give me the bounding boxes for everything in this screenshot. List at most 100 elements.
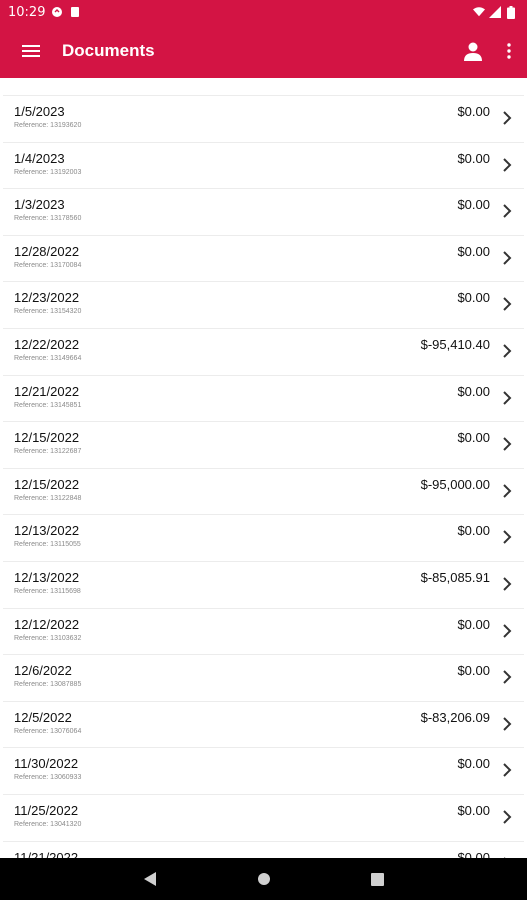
document-reference: Reference: 13122848	[14, 494, 82, 502]
document-amount: $-83,206.09	[420, 709, 490, 725]
document-reference: Reference: 13087885	[14, 681, 82, 689]
document-date: 12/23/2022	[14, 290, 80, 306]
document-amount: $0.00	[457, 243, 490, 259]
nav-recents-icon	[371, 872, 384, 886]
battery-icon	[505, 5, 517, 19]
document-row[interactable]: 12/15/2022 Reference: 13122848 $-95,000.00	[3, 467, 524, 514]
chevron-right-icon	[503, 204, 512, 218]
document-date: 11/21/2022	[14, 849, 79, 858]
chevron-right-icon	[503, 623, 512, 638]
document-date: 12/13/2022	[14, 523, 80, 539]
document-amount: $-95,000.00	[420, 476, 490, 492]
document-row[interactable]: 12/13/2022 Reference: 13115698 $-85,085.91	[3, 561, 524, 607]
documents-list: 1/5/2023 Reference: 13193620 $0.00 1/4/2023…	[0, 95, 527, 858]
document-amount: $-85,085.91	[420, 570, 490, 585]
chevron-right-icon	[503, 717, 512, 731]
document-amount: $0.00	[457, 430, 490, 446]
account-button[interactable]	[455, 24, 491, 78]
document-amount: $0.00	[457, 150, 490, 166]
document-date: 12/15/2022	[14, 430, 80, 446]
document-row[interactable]: 1/4/2023 Reference: 13192003 $0.00	[3, 141, 524, 188]
back-button[interactable]	[140, 869, 160, 889]
document-date: 12/15/2022	[14, 476, 80, 492]
document-date: 1/5/2023	[14, 104, 65, 119]
document-date: 12/22/2022	[14, 337, 80, 352]
sync-icon	[51, 6, 63, 18]
nav-home-icon	[257, 873, 270, 885]
document-row[interactable]: 12/22/2022 Reference: 13149664 $-95,410.40	[3, 328, 524, 374]
chevron-right-icon	[503, 763, 512, 778]
document-row[interactable]: 12/21/2022 Reference: 13145851 $0.00	[3, 374, 524, 421]
document-amount: $-95,410.40	[420, 337, 490, 352]
document-reference: Reference: 13193620	[14, 122, 82, 129]
document-date: 11/30/2022	[14, 756, 79, 772]
document-amount: $0.00	[457, 849, 490, 858]
chevron-right-icon	[503, 577, 512, 591]
app-bar: Documents	[0, 24, 527, 78]
home-button[interactable]	[254, 869, 274, 889]
document-date: 1/4/2023	[14, 150, 65, 166]
system-nav-bar	[0, 858, 527, 900]
document-amount: $0.00	[457, 290, 490, 306]
document-row[interactable]: 1/3/2023 Reference: 13178560 $0.00	[3, 188, 524, 235]
document-amount: $0.00	[457, 197, 490, 213]
status-time: 10:29	[8, 4, 46, 20]
document-row[interactable]: 11/25/2022 Reference: 13041320 $0.00	[3, 794, 524, 840]
document-row[interactable]: 1/5/2023 Reference: 13193620 $0.00	[3, 95, 524, 141]
document-amount: $0.00	[457, 383, 490, 399]
nav-back-icon	[143, 872, 156, 886]
document-reference: Reference: 13178560	[14, 215, 82, 223]
chevron-right-icon	[503, 344, 512, 358]
wifi-icon	[473, 6, 485, 18]
document-row[interactable]: 12/13/2022 Reference: 13115055 $0.00	[3, 514, 524, 561]
document-row[interactable]: 12/12/2022 Reference: 13103632 $0.00	[3, 607, 524, 654]
document-date: 11/25/2022	[14, 803, 79, 818]
more-vert-icon	[507, 43, 511, 59]
document-amount: $0.00	[457, 756, 490, 772]
document-date: 1/3/2023	[14, 197, 65, 213]
clipboard-icon	[69, 6, 81, 18]
document-reference: Reference: 13060933	[14, 774, 82, 782]
menu-icon	[22, 45, 40, 57]
document-reference: Reference: 13076064	[14, 727, 82, 735]
document-reference: Reference: 13170084	[14, 261, 82, 269]
signal-icon	[489, 6, 501, 18]
document-date: 12/28/2022	[14, 243, 80, 259]
document-reference: Reference: 13041320	[14, 821, 82, 828]
document-date: 12/6/2022	[14, 663, 72, 679]
chevron-right-icon	[503, 111, 512, 125]
document-amount: $0.00	[457, 104, 490, 119]
document-reference: Reference: 13154320	[14, 308, 82, 316]
page-title: Documents	[62, 41, 155, 60]
document-row[interactable]: 12/28/2022 Reference: 13170084 $0.00	[3, 234, 524, 281]
document-amount: $0.00	[457, 663, 490, 679]
recents-button[interactable]	[368, 869, 388, 889]
chevron-right-icon	[503, 810, 512, 824]
status-bar: 10:29	[0, 0, 527, 24]
document-reference: Reference: 13192003	[14, 168, 82, 176]
document-date: 12/5/2022	[14, 709, 72, 725]
overflow-menu-button[interactable]	[491, 24, 527, 78]
document-amount: $0.00	[457, 616, 490, 632]
menu-button[interactable]	[0, 24, 62, 78]
chevron-right-icon	[503, 484, 512, 498]
document-amount: $0.00	[457, 523, 490, 539]
chevron-right-icon	[503, 670, 512, 684]
chevron-right-icon	[503, 530, 512, 545]
document-reference: Reference: 13115055	[14, 541, 81, 549]
chevron-right-icon	[503, 251, 512, 265]
document-date: 12/13/2022	[14, 570, 80, 585]
document-row[interactable]: 12/5/2022 Reference: 13076064 $-83,206.09	[3, 700, 524, 747]
document-row[interactable]: 11/30/2022 Reference: 13060933 $0.00	[3, 747, 524, 794]
chevron-right-icon	[503, 390, 512, 405]
document-row[interactable]: 11/21/2022 $0.00	[3, 840, 524, 858]
document-amount: $0.00	[457, 803, 490, 818]
document-date: 12/21/2022	[14, 383, 80, 399]
document-reference: Reference: 13103632	[14, 634, 82, 642]
chevron-right-icon	[503, 437, 512, 451]
chevron-right-icon	[503, 157, 512, 172]
account-icon	[464, 42, 482, 61]
document-row[interactable]: 12/6/2022 Reference: 13087885 $0.00	[3, 654, 524, 701]
document-row[interactable]: 12/23/2022 Reference: 13154320 $0.00	[3, 281, 524, 328]
document-row[interactable]: 12/15/2022 Reference: 13122687 $0.00	[3, 421, 524, 468]
